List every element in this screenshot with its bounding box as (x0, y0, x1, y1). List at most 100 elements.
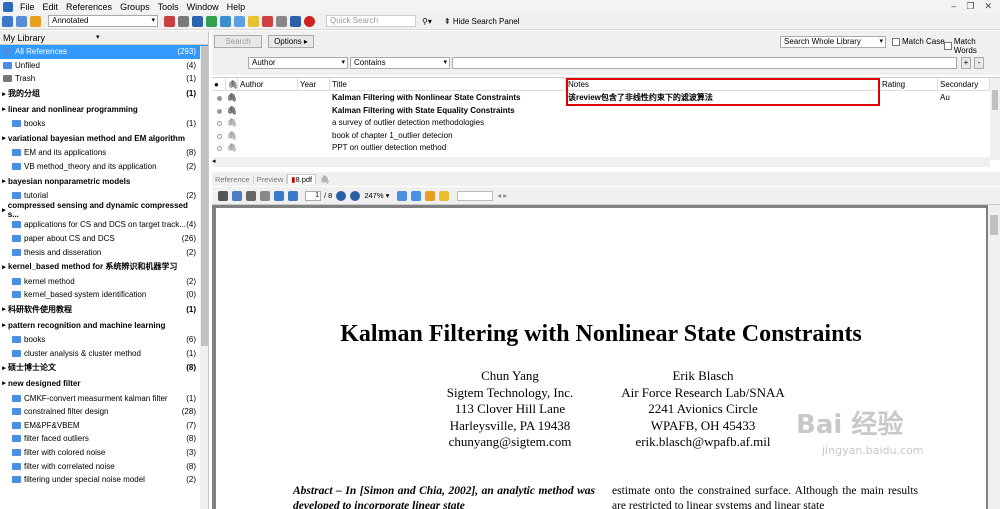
sidebar-group[interactable]: ▸ 硕士博士论文 (8) (0, 360, 208, 376)
menu-help[interactable]: Help (223, 2, 250, 12)
sidebar-item[interactable]: EM and its applications (8) (0, 146, 208, 160)
open-external-icon[interactable] (218, 190, 228, 201)
expand-arrow-icon[interactable]: ▸ (0, 364, 8, 372)
search-operator-select[interactable]: Contains ▾ (350, 57, 450, 69)
sidebar-item[interactable]: paper about CS and DCS (26) (0, 232, 208, 246)
column-rating[interactable]: Rating (880, 78, 938, 91)
rotate-right-icon[interactable] (411, 190, 422, 201)
menu-file[interactable]: File (16, 2, 39, 12)
zoom-out-icon[interactable] (336, 190, 347, 201)
sync-icon[interactable] (290, 15, 301, 27)
tab-preview[interactable]: Preview (254, 174, 288, 184)
sidebar-item[interactable]: EM&PF&VBEM (7) (0, 418, 208, 432)
sidebar-item[interactable]: Unfiled (4) (0, 59, 208, 73)
sidebar-group[interactable]: ▸ kernel_based method for 系统辨识和机器学习 (0, 259, 208, 275)
highlighter-icon[interactable] (439, 190, 450, 201)
pdf-scrollbar[interactable] (988, 205, 1000, 509)
sidebar-item[interactable]: kernel method (2) (0, 275, 208, 289)
online-search-tool-icon[interactable] (192, 15, 203, 27)
email-icon[interactable] (260, 190, 270, 201)
column-year[interactable]: Year (298, 78, 330, 91)
pdf-find-input[interactable] (457, 190, 494, 201)
export-icon[interactable] (220, 15, 231, 27)
sidebar-item[interactable]: kernel_based system identification (0) (0, 288, 208, 302)
sidebar-item[interactable]: filter faced outliers (8) (0, 432, 208, 446)
copy-formatted-icon[interactable] (178, 15, 189, 27)
table-vertical-scrollbar[interactable] (990, 78, 1000, 160)
save-icon[interactable] (232, 190, 242, 201)
sidebar-item[interactable]: cluster analysis & cluster method (1) (0, 346, 208, 360)
sidebar-group[interactable]: ▸ 科研软件使用教程 (1) (0, 302, 208, 318)
sidebar-group[interactable]: ▸ bayesian nonparametric models (0, 173, 208, 189)
remove-row-button[interactable]: - (974, 57, 984, 69)
sidebar-item[interactable]: books (6) (0, 333, 208, 347)
sidebar-item[interactable]: constrained filter design (28) (0, 405, 208, 419)
sidebar-item[interactable]: filtering under special noise model (2) (0, 473, 208, 487)
expand-arrow-icon[interactable]: ▸ (0, 90, 8, 98)
import-icon[interactable] (206, 15, 217, 27)
sidebar-item[interactable]: filter with colored noise (3) (0, 446, 208, 460)
rotate-left-icon[interactable] (397, 190, 408, 201)
search-options-icon[interactable]: ⚲▾ (422, 17, 432, 26)
search-button[interactable]: Search (214, 35, 262, 48)
column-title[interactable]: Title (330, 78, 566, 91)
sidebar-item[interactable]: applications for CS and DCS on target tr… (0, 218, 208, 232)
expand-arrow-icon[interactable]: ▸ (0, 177, 8, 185)
table-horizontal-scrollbar[interactable]: ◂ (212, 157, 990, 167)
scroll-left-icon[interactable]: ◂ (212, 158, 216, 165)
search-scope-select[interactable]: Search Whole Library ▾ (780, 36, 886, 48)
table-row[interactable]: 🖇 a survey of outlier detection methodolo… (212, 117, 988, 130)
expand-arrow-icon[interactable]: ▸ (0, 134, 8, 142)
expand-arrow-icon[interactable]: ▸ (0, 305, 8, 313)
find-full-text-icon[interactable] (234, 15, 245, 27)
groups-scrollbar[interactable] (200, 46, 208, 509)
sidebar-group[interactable]: ▸ variational bayesian method and EM algo… (0, 131, 208, 147)
expand-arrow-icon[interactable]: ▸ (0, 105, 8, 113)
sidebar-group[interactable]: ▸ new designed filter (0, 376, 208, 392)
sidebar-group[interactable]: ▸ 我的分组 (1) (0, 86, 208, 102)
match-case-checkbox[interactable]: Match Case (892, 37, 945, 46)
add-row-button[interactable]: + (961, 57, 971, 69)
find-prev-next-icon[interactable]: ◂ ▸ (497, 191, 507, 200)
search-value-input[interactable] (452, 57, 957, 69)
zoom-select[interactable]: 247% ▾ (364, 191, 389, 200)
online-search-icon[interactable] (16, 15, 27, 27)
close-icon[interactable]: ✕ (984, 1, 992, 12)
sidebar-item[interactable]: books (1) (0, 117, 208, 131)
menu-references[interactable]: References (62, 2, 116, 12)
match-words-checkbox[interactable]: Match Words (944, 37, 1000, 55)
read-status-column-icon[interactable]: ● (212, 78, 226, 91)
integrated-library-icon[interactable] (30, 15, 41, 27)
menu-groups[interactable]: Groups (116, 2, 154, 12)
expand-arrow-icon[interactable]: ▸ (0, 321, 8, 329)
sidebar-group[interactable]: ▸ pattern recognition and machine learnin… (0, 317, 208, 333)
local-library-icon[interactable] (2, 15, 13, 27)
minimize-icon[interactable]: – (951, 1, 956, 12)
sticky-note-icon[interactable] (425, 190, 436, 201)
quick-search-input[interactable]: Quick Search (326, 15, 416, 27)
sidebar-item[interactable]: thesis and disseration (2) (0, 245, 208, 259)
menu-edit[interactable]: Edit (39, 2, 63, 12)
page-up-icon[interactable] (274, 190, 284, 201)
column-author[interactable]: Author (238, 78, 298, 91)
table-row[interactable]: 🖇 Kalman Filtering with State Equality Co… (212, 105, 988, 118)
print-icon[interactable] (246, 190, 256, 201)
tab-reference[interactable]: Reference (212, 174, 254, 184)
sidebar-item[interactable]: CMKF-convert measurment kalman filter (1) (0, 391, 208, 405)
open-file-icon[interactable] (248, 15, 259, 27)
help-icon[interactable] (304, 15, 315, 27)
sidebar-group[interactable]: ▸ linear and nonlinear programming (0, 101, 208, 117)
sidebar-item[interactable]: All References (293) (0, 45, 208, 59)
page-number-input[interactable]: 1 (305, 190, 321, 201)
insert-citation-icon[interactable] (276, 15, 287, 27)
expand-arrow-icon[interactable]: ▸ (0, 263, 8, 271)
new-reference-icon[interactable] (164, 15, 175, 27)
expand-arrow-icon[interactable]: ▸ (0, 206, 8, 214)
table-row[interactable]: 🖇 book of chapter 1_outlier detecion (212, 130, 988, 143)
restore-icon[interactable]: ❐ (966, 1, 974, 12)
page-down-icon[interactable] (288, 190, 298, 201)
sidebar-item[interactable]: VB method_theory and its application (2) (0, 160, 208, 174)
column-secondary-author[interactable]: Secondary Au (938, 78, 990, 102)
my-library-header[interactable]: My Library ▾ (0, 31, 208, 45)
sidebar-item[interactable]: filter with correlated noise (8) (0, 459, 208, 473)
